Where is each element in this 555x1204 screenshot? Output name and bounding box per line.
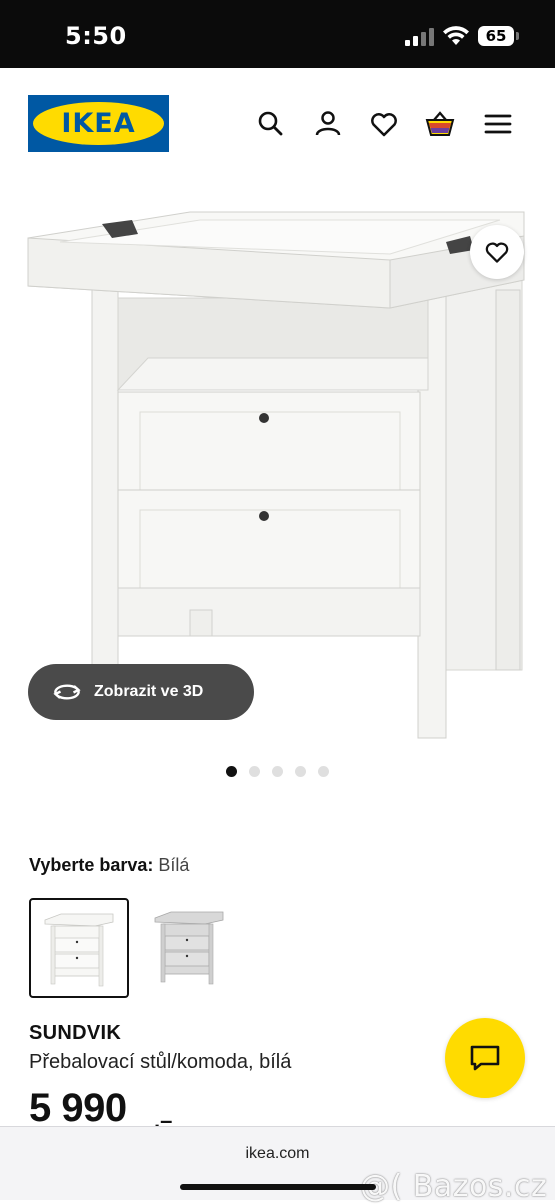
url-text[interactable]: ikea.com bbox=[0, 1145, 555, 1163]
color-value: Bílá bbox=[158, 855, 190, 875]
ikea-logo[interactable]: IKEA bbox=[28, 95, 169, 152]
heart-icon bbox=[485, 242, 509, 263]
gallery-dot[interactable] bbox=[272, 766, 283, 777]
grey-variant-thumbnail bbox=[154, 911, 224, 985]
basket-icon[interactable] bbox=[425, 109, 455, 139]
product-name: SUNDVIK bbox=[29, 1022, 122, 1044]
color-swatch-grey[interactable] bbox=[141, 898, 241, 998]
gallery-pagination bbox=[226, 766, 329, 778]
battery-tip bbox=[516, 32, 519, 40]
gallery-dot[interactable] bbox=[295, 766, 306, 777]
battery-indicator: 65 bbox=[478, 26, 514, 46]
status-bar: 5:50 65 bbox=[0, 0, 555, 68]
view-in-3d-label: Zobrazit ve 3D bbox=[94, 683, 204, 700]
home-indicator[interactable] bbox=[180, 1184, 376, 1190]
browser-address-bar: ikea.com @( Bazos.cz bbox=[0, 1126, 555, 1204]
add-to-favourites-button[interactable] bbox=[470, 225, 524, 279]
product-description: Přebalovací stůl/komoda, bílá bbox=[29, 1051, 292, 1073]
menu-icon[interactable] bbox=[483, 109, 513, 139]
gallery-dot[interactable] bbox=[318, 766, 329, 777]
gallery-dot[interactable] bbox=[249, 766, 260, 777]
color-selector-heading: Vyberte barva: Bílá bbox=[29, 855, 189, 876]
signal-icon bbox=[405, 28, 434, 46]
chat-icon bbox=[470, 1045, 500, 1071]
wifi-icon bbox=[443, 26, 469, 45]
gallery-dot[interactable] bbox=[226, 766, 237, 777]
heart-icon[interactable] bbox=[369, 109, 399, 139]
product-price: 5 990 bbox=[29, 1086, 127, 1130]
site-header: IKEA bbox=[0, 68, 555, 178]
logo-text: IKEA bbox=[61, 108, 136, 139]
color-label: Vyberte barva: bbox=[29, 855, 154, 875]
search-icon[interactable] bbox=[256, 109, 286, 139]
color-swatch-white[interactable] bbox=[29, 898, 129, 998]
account-icon[interactable] bbox=[313, 109, 343, 139]
status-time: 5:50 bbox=[65, 22, 127, 50]
watermark: @( Bazos.cz bbox=[360, 1169, 548, 1204]
chat-button[interactable] bbox=[445, 1018, 525, 1098]
view-in-3d-button[interactable]: Zobrazit ve 3D bbox=[28, 664, 254, 720]
white-variant-thumbnail bbox=[44, 913, 114, 987]
rotate-3d-icon bbox=[53, 684, 81, 700]
